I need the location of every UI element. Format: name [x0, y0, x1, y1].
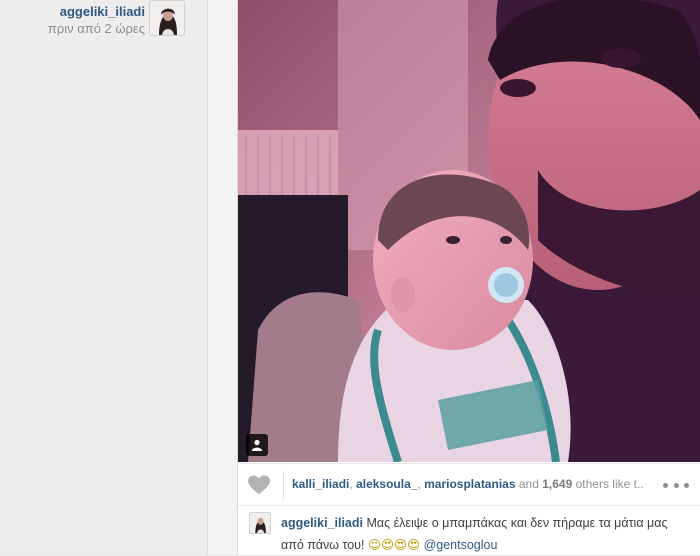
liker-link[interactable]: mariosplatanias — [424, 477, 515, 491]
caption-emoji: ☺😍😍😍 — [367, 537, 421, 552]
feed-gutter — [207, 0, 237, 555]
likes-tail: others like t... — [575, 477, 644, 491]
post-caption: aggeliki_iliadi Μας έλειψε ο μπαμπάκας κ… — [281, 513, 691, 556]
heart-icon[interactable] — [248, 475, 270, 495]
caption-author-link[interactable]: aggeliki_iliadi — [281, 516, 363, 530]
post-author-link[interactable]: aggeliki_iliadi — [60, 4, 145, 19]
likes-count-link[interactable]: 1,649 — [542, 477, 572, 491]
liker-link[interactable]: aleksoula_ — [356, 477, 417, 491]
post-timestamp[interactable]: πριν από 2 ώρες — [48, 21, 145, 36]
more-options-icon[interactable] — [663, 483, 689, 489]
left-panel — [0, 0, 207, 555]
likes-summary: kalli_iliadi, aleksoula_, mariosplatania… — [292, 477, 644, 491]
liker-link[interactable]: kalli_iliadi — [292, 477, 349, 491]
author-avatar[interactable] — [149, 0, 185, 36]
caption-avatar[interactable] — [249, 512, 271, 534]
caption-mention-link[interactable]: @gentsoglou — [424, 538, 498, 552]
post-photo[interactable] — [238, 0, 700, 462]
like-divider — [283, 471, 284, 500]
user-tag-icon[interactable] — [246, 434, 268, 456]
like-bar: kalli_iliadi, aleksoula_, mariosplatania… — [238, 463, 700, 506]
